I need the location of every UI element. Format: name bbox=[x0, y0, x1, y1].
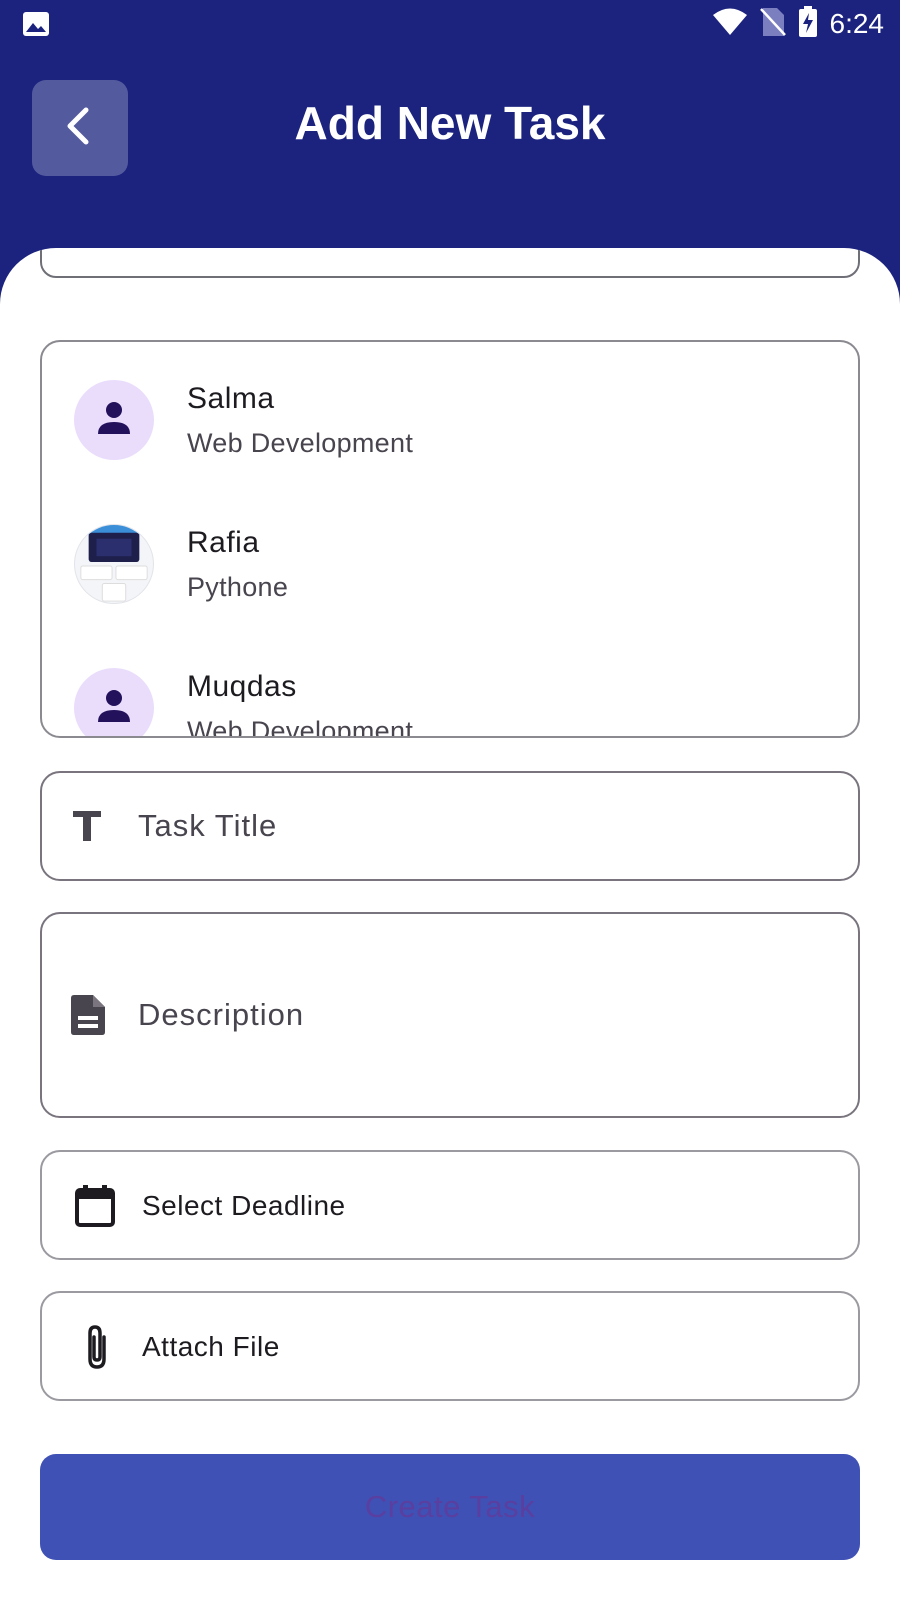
wifi-icon bbox=[712, 8, 748, 41]
text-format-icon bbox=[70, 809, 104, 848]
status-bar: 6:24 bbox=[0, 0, 900, 48]
description-icon bbox=[70, 994, 106, 1041]
list-item[interactable]: Rafia Pythone bbox=[42, 516, 858, 616]
user-role: Web Development bbox=[187, 428, 414, 458]
page-title: Add New Task bbox=[294, 97, 606, 149]
avatar bbox=[74, 524, 154, 604]
deadline-label: Select Deadline bbox=[142, 1190, 346, 1221]
form-sheet: Salma Web Development Rafia Pythone Muqd… bbox=[0, 248, 900, 1600]
avatar bbox=[74, 380, 154, 460]
paperclip-icon bbox=[82, 1323, 112, 1376]
task-title-field[interactable]: Task Title bbox=[40, 771, 860, 881]
person-icon bbox=[94, 398, 134, 443]
user-role: Web Development bbox=[187, 716, 414, 738]
assignee-list[interactable]: Salma Web Development Rafia Pythone Muqd… bbox=[40, 340, 860, 738]
create-task-label: Create Task bbox=[364, 1489, 536, 1524]
calendar-icon bbox=[74, 1184, 116, 1233]
no-sim-icon bbox=[759, 7, 786, 42]
list-item[interactable]: Salma Web Development bbox=[42, 372, 858, 472]
description-placeholder: Description bbox=[138, 997, 305, 1032]
create-task-button[interactable]: Create Task bbox=[40, 1454, 860, 1560]
task-title-placeholder: Task Title bbox=[138, 808, 278, 843]
person-icon bbox=[94, 686, 134, 731]
user-name: Rafia bbox=[187, 526, 260, 559]
select-deadline-field[interactable]: Select Deadline bbox=[40, 1150, 860, 1260]
attach-file-field[interactable]: Attach File bbox=[40, 1291, 860, 1401]
clock-time: 6:24 bbox=[829, 8, 885, 39]
image-notification-icon bbox=[22, 11, 50, 42]
description-field[interactable]: Description bbox=[40, 912, 860, 1118]
battery-charging-icon bbox=[798, 5, 818, 43]
user-name: Salma bbox=[187, 382, 275, 415]
list-item[interactable]: Muqdas Web Development bbox=[42, 660, 858, 738]
user-name: Muqdas bbox=[187, 670, 297, 703]
avatar bbox=[74, 668, 154, 736]
user-role: Pythone bbox=[187, 572, 289, 602]
app-header: Add New Task bbox=[0, 48, 900, 248]
previous-field-partial[interactable] bbox=[40, 248, 860, 278]
attach-label: Attach File bbox=[142, 1331, 280, 1362]
